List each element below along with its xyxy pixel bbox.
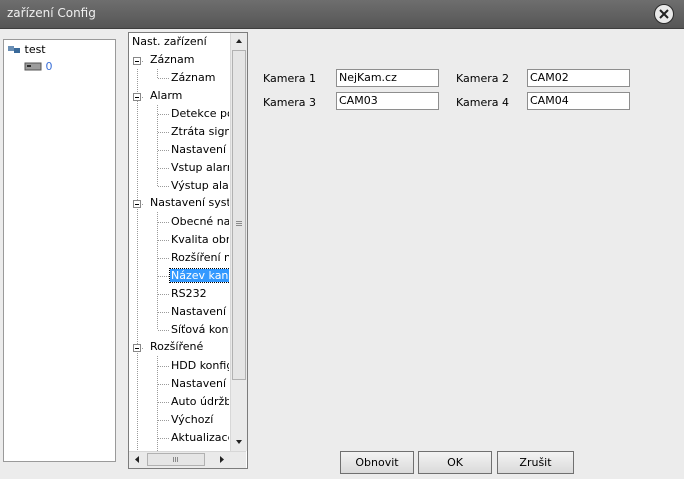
camera-3-name-input[interactable]: CAM03 — [336, 92, 439, 110]
grip-icon — [236, 221, 242, 226]
device-tree-panel: test 0 — [3, 39, 116, 462]
close-button[interactable] — [654, 4, 674, 24]
collapse-icon[interactable] — [133, 344, 141, 352]
tree-item-image-quality[interactable]: Kvalita obr — [171, 232, 229, 250]
window-title: zařízení Config — [7, 6, 96, 20]
device-label: 0 — [45, 60, 53, 73]
close-icon — [659, 9, 669, 19]
arrow-up-icon — [236, 39, 242, 43]
device-group-label: test — [24, 43, 46, 56]
tree-group-advanced[interactable]: Rozšířené — [150, 339, 203, 357]
tree-group-alarm[interactable]: Alarm — [150, 88, 182, 106]
camera-4-label: Kamera 4 — [456, 96, 510, 109]
cancel-button[interactable]: Zrušit — [497, 451, 574, 474]
tree-item-settings[interactable]: Nastavení ( — [171, 376, 229, 394]
dvr-icon — [24, 62, 42, 71]
tree-item-upgrade[interactable]: Aktualizace — [171, 430, 229, 448]
tree-item-tamper[interactable]: Nastavení p — [171, 142, 229, 160]
settings-tree: Nast. zařízení Záznam Záznam Alarm Detek… — [128, 32, 248, 469]
camera-1-name-input[interactable]: NejKam.cz — [336, 69, 439, 87]
title-bar: zařízení Config — [0, 0, 684, 29]
tree-item-default[interactable]: Výchozí — [171, 412, 213, 430]
grip-icon — [173, 457, 178, 462]
camera-2-name-input[interactable]: CAM02 — [527, 69, 630, 87]
refresh-button[interactable]: Obnovit — [340, 451, 414, 474]
horizontal-scroll-thumb[interactable] — [147, 453, 205, 466]
scroll-thumb[interactable] — [232, 50, 246, 380]
arrow-down-icon — [236, 440, 242, 444]
tree-item-motion-detect[interactable]: Detekce po — [171, 106, 229, 124]
tree-item-zaznam[interactable]: Záznam — [171, 70, 215, 88]
arrow-left-icon[interactable] — [129, 452, 145, 467]
tree-item-extension[interactable]: Rozšíření n — [171, 250, 229, 268]
tree-item-hdd[interactable]: HDD konfig — [171, 358, 229, 376]
tree-group-system[interactable]: Nastavení syst — [150, 195, 229, 213]
camera-4-name-input[interactable]: CAM04 — [527, 92, 630, 110]
tree-item-alarm-input[interactable]: Vstup alarr — [171, 160, 229, 178]
tree-item-ptz[interactable]: Nastavení I — [171, 304, 229, 322]
device-group-icon — [8, 46, 20, 53]
arrow-right-icon[interactable] — [214, 452, 230, 467]
device-item[interactable]: 0 — [24, 60, 53, 74]
camera-1-label: Kamera 1 — [263, 72, 317, 85]
camera-3-label: Kamera 3 — [263, 96, 317, 109]
collapse-icon[interactable] — [133, 200, 141, 208]
collapse-icon[interactable] — [133, 93, 141, 101]
scroll-up-button[interactable] — [231, 33, 247, 49]
device-group-item[interactable]: test — [7, 43, 46, 57]
tree-item-general[interactable]: Obecné na — [171, 214, 229, 232]
tree-item-signal-loss[interactable]: Ztráta signá — [171, 124, 229, 142]
tree-item-auto-maintain[interactable]: Auto údržb — [171, 394, 229, 412]
scroll-down-button[interactable] — [231, 434, 247, 450]
ok-button[interactable]: OK — [418, 451, 492, 474]
camera-2-label: Kamera 2 — [456, 72, 510, 85]
tree-item-rs232[interactable]: RS232 — [171, 286, 207, 304]
collapse-icon[interactable] — [133, 57, 141, 65]
tree-item-network[interactable]: Síťová konf — [171, 322, 229, 340]
tree-item-alarm-output[interactable]: Výstup alar — [171, 178, 229, 196]
tree-root[interactable]: Nast. zařízení — [132, 34, 207, 52]
tree-vertical-scrollbar[interactable] — [230, 33, 247, 451]
tree-group-zaznam[interactable]: Záznam — [150, 52, 194, 70]
tree-item-channel-name[interactable]: Název kana — [168, 268, 229, 286]
tree-horizontal-scrollbar[interactable] — [129, 451, 246, 468]
